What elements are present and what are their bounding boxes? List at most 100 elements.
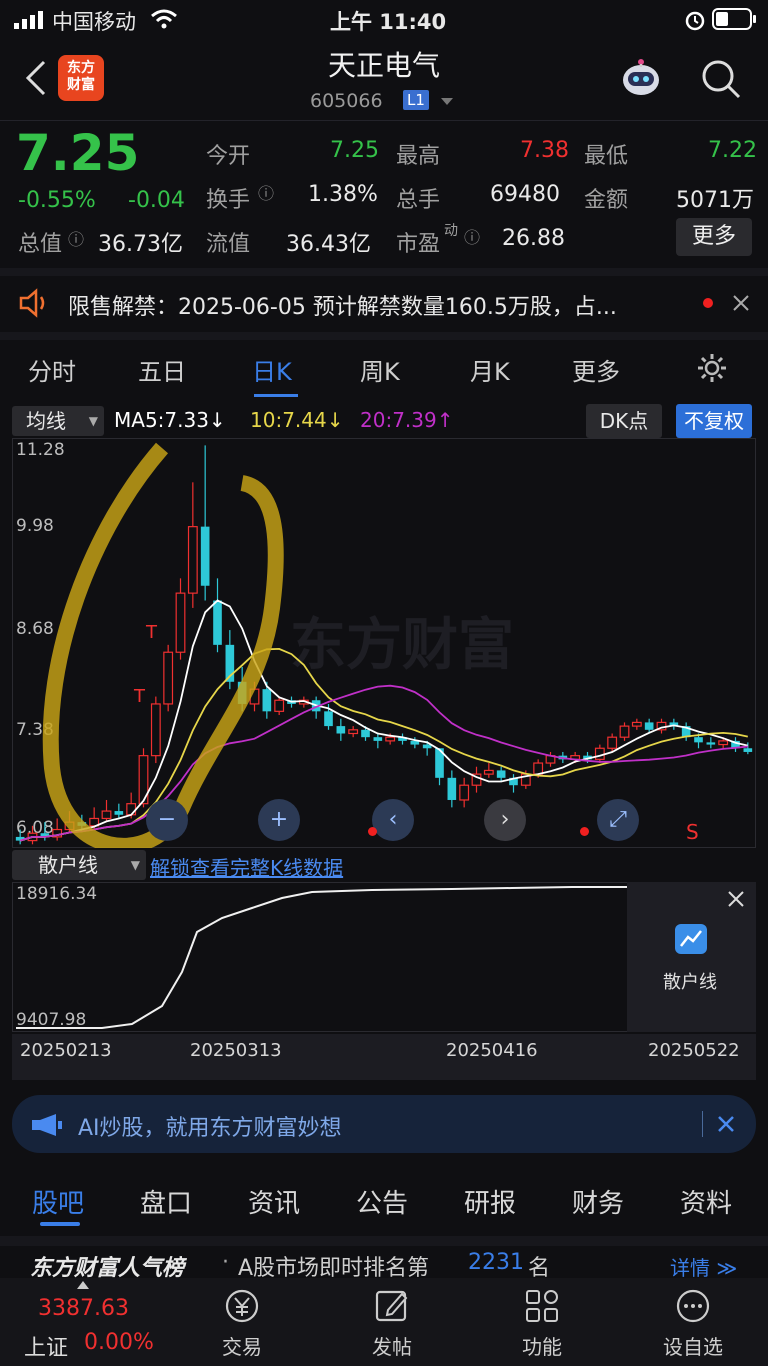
carrier-label: 中国移动: [52, 10, 136, 34]
candle-body: [619, 725, 630, 738]
dropdown-icon: ▼: [130, 858, 140, 872]
zoom-in-button[interactable]: +: [258, 799, 300, 841]
candle-body: [114, 811, 124, 815]
notice-text: 限售解禁：2025-06-05 预计解禁数量160.5万股，占...: [68, 295, 617, 320]
signal-icon: [14, 11, 43, 29]
candle-body: [126, 803, 137, 816]
robot-assistant-icon[interactable]: [618, 56, 664, 102]
close-icon[interactable]: [727, 890, 745, 908]
rank-dot: ·: [222, 1250, 229, 1275]
info-icon[interactable]: ⓘ: [68, 226, 84, 250]
candle-body: [187, 526, 198, 594]
fullscreen-button[interactable]: ⤢: [597, 799, 639, 841]
info-icon[interactable]: ⓘ: [464, 224, 480, 248]
last-price: 7.25: [16, 124, 140, 182]
ma10-label: 10:7.44↓: [250, 408, 344, 432]
close-icon[interactable]: [732, 294, 750, 312]
scroll-right-button[interactable]: ›: [484, 799, 526, 841]
indicator-select[interactable]: 均线 ▼: [12, 406, 104, 436]
adjust-button[interactable]: 不复权: [676, 404, 752, 438]
float-mv-value: 36.43亿: [286, 232, 371, 257]
scroll-left-button[interactable]: ‹: [372, 799, 414, 841]
nav-post-label: 发帖: [372, 1335, 412, 1359]
unread-dot: [703, 298, 713, 308]
candle-body: [533, 762, 544, 775]
tab-intraday[interactable]: 分时: [28, 352, 76, 387]
tab-news[interactable]: 资讯: [248, 1183, 300, 1220]
nav-trade[interactable]: 交易: [212, 1286, 272, 1360]
x-date: 20250313: [190, 1040, 282, 1061]
candle-body: [262, 689, 272, 712]
unlock-notice[interactable]: 限售解禁：2025-06-05 预计解禁数量160.5万股，占...: [0, 276, 768, 330]
ma5-label: MA5:7.33↓: [114, 408, 226, 432]
tab-forum[interactable]: 股吧: [32, 1183, 84, 1220]
rank-detail-link[interactable]: 详情 ≫: [670, 1252, 737, 1281]
change-value: -0.04: [128, 188, 185, 213]
index-name: 上证: [24, 1336, 69, 1361]
index-value[interactable]: 3387.63: [38, 1296, 129, 1321]
candle-body: [496, 770, 506, 778]
candle-body: [150, 703, 161, 757]
candle-body: [175, 592, 186, 653]
clock: 上午 11:40: [330, 10, 447, 34]
chevron-down-icon[interactable]: [440, 97, 454, 107]
nav-functions[interactable]: 功能: [512, 1286, 572, 1360]
open-label: 今开: [206, 144, 251, 169]
info-icon[interactable]: ⓘ: [258, 180, 274, 204]
ai-banner[interactable]: AI炒股，就用东方财富妙想: [12, 1095, 756, 1153]
more-dots-icon: [676, 1289, 710, 1323]
tab-announcements[interactable]: 公告: [356, 1183, 408, 1220]
candle-body: [483, 769, 494, 775]
grid-icon: [526, 1290, 558, 1322]
candlestick-plot: [15, 442, 753, 848]
volume-label: 总手: [396, 188, 441, 213]
tab-financials[interactable]: 财务: [572, 1183, 624, 1220]
zoom-out-button[interactable]: −: [146, 799, 188, 841]
trade-mark-t: T: [146, 622, 157, 643]
candle-body: [385, 736, 396, 742]
level-badge: L1: [403, 90, 429, 110]
retail-line: [16, 886, 627, 1029]
panel-label: 散户线: [663, 972, 717, 993]
candle-body: [447, 777, 457, 800]
candle-body: [101, 810, 112, 820]
candle-body: [694, 737, 703, 743]
tab-monthly-k[interactable]: 月K: [470, 352, 510, 387]
candle-body: [459, 784, 470, 801]
active-tab-indicator: [40, 1222, 80, 1226]
more-button[interactable]: 更多: [676, 218, 752, 256]
nav-post[interactable]: 发帖: [362, 1286, 422, 1360]
date-axis: [12, 1034, 756, 1080]
tab-five-day[interactable]: 五日: [138, 352, 186, 387]
caret-up-icon: [77, 1281, 89, 1289]
ai-banner-text: AI炒股，就用东方财富妙想: [78, 1116, 342, 1141]
tab-research[interactable]: 研报: [464, 1183, 516, 1220]
tab-order-book[interactable]: 盘口: [140, 1183, 192, 1220]
megaphone-icon: [32, 1114, 62, 1136]
tab-more[interactable]: 更多: [572, 352, 620, 387]
close-icon[interactable]: [717, 1115, 735, 1133]
unlock-link[interactable]: 解锁查看完整K线数据: [150, 852, 343, 881]
candle-body: [607, 736, 618, 749]
pe-label: 市盈: [396, 232, 441, 257]
x-date: 20250522: [648, 1040, 740, 1061]
tab-weekly-k[interactable]: 周K: [360, 352, 400, 387]
candle-body: [743, 748, 753, 752]
open-value: 7.25: [330, 138, 379, 163]
trade-mark-t: T: [134, 686, 145, 707]
stock-code: 605066: [310, 90, 383, 112]
search-icon[interactable]: [700, 58, 742, 100]
candle-body: [336, 726, 346, 734]
candle-body: [274, 699, 285, 712]
retail-line-panel[interactable]: 散户线: [627, 882, 756, 1032]
pe-value: 26.88: [502, 226, 565, 251]
gear-icon[interactable]: [696, 352, 728, 384]
candle-body: [361, 729, 370, 738]
dk-point-button[interactable]: DK点: [586, 404, 662, 438]
dropdown-icon: ▼: [88, 414, 98, 428]
nav-add-watchlist[interactable]: 设自选: [656, 1286, 730, 1360]
tab-profile[interactable]: 资料: [680, 1183, 732, 1220]
sub-indicator-label: 散户线: [38, 853, 98, 877]
sub-indicator-select[interactable]: 散户线 ▼: [12, 850, 146, 880]
tab-daily-k[interactable]: 日K: [252, 352, 292, 387]
